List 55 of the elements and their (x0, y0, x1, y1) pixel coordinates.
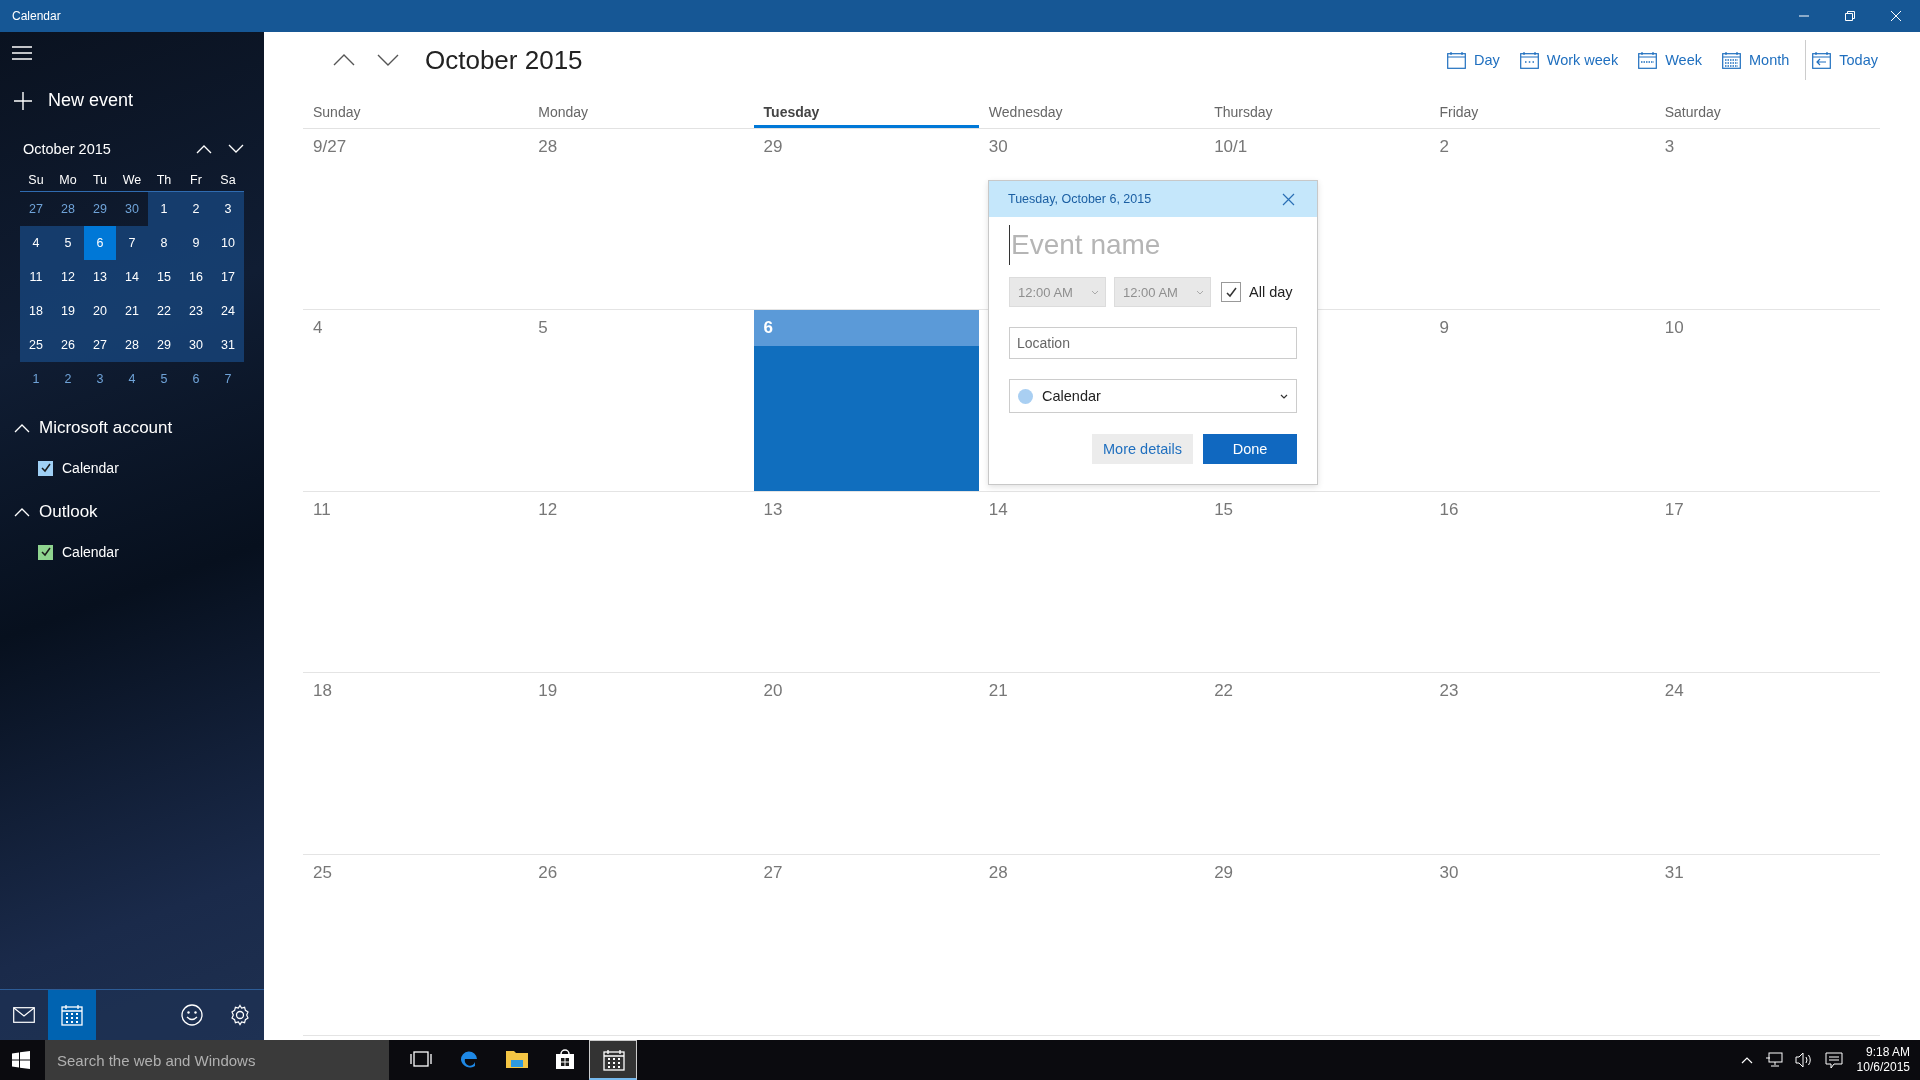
day-number: 30 (988, 137, 1008, 156)
day-number: 9 (1439, 318, 1449, 338)
day-number: 10 (1664, 318, 1684, 338)
day-number: 18 (313, 681, 332, 701)
day-number: 24 (1664, 681, 1684, 701)
day-number: 20 (763, 681, 783, 701)
weekday-label: Tu (91, 172, 109, 189)
day-number: 17 (1664, 499, 1684, 519)
day-number: 15 (1214, 499, 1234, 519)
clock-time: 9:18 AM (1865, 1045, 1910, 1060)
day-number: 28 (538, 137, 558, 156)
day-number: 14 (988, 499, 1008, 519)
calendar-name: Calendar (62, 460, 119, 476)
day-number: 22 (1214, 681, 1234, 701)
day-number: 4 (313, 318, 323, 338)
window-title: Calendar (12, 9, 62, 23)
weekday-header: Wednesday (987, 104, 1064, 122)
popup-date: Tuesday, October 6, 2015 (1008, 192, 1152, 206)
day-number: 13 (763, 499, 783, 519)
day-number: 11 (313, 499, 331, 519)
day-number: 6 (763, 318, 774, 338)
weekday-header: Friday (1438, 104, 1480, 122)
day-number: 31 (1664, 862, 1684, 882)
day-number: 26 (538, 862, 558, 882)
calendar-name: Calendar (62, 544, 119, 560)
all-day-label: All day (1249, 284, 1293, 300)
day-number: 28 (988, 862, 1008, 882)
day-number: 23 (1439, 681, 1459, 701)
day-number: 30 (1439, 862, 1459, 882)
month-title: October 2015 (23, 141, 112, 157)
day-number: 3 (1664, 137, 1675, 156)
month-title: October 2015 (425, 44, 583, 76)
day-number: 29 (763, 137, 783, 156)
weekday-label: Fr (189, 172, 203, 189)
weekday-header: Monday (537, 104, 590, 122)
day-number: 19 (538, 681, 558, 701)
day-number: 27 (763, 862, 783, 882)
weekday-header: Thursday (1213, 104, 1274, 122)
clock-date: 10/6/2015 (1856, 1060, 1910, 1075)
day-number: 5 (538, 318, 548, 338)
weekday-label: Mo (58, 172, 78, 189)
day-number: 9/27 (313, 137, 347, 156)
day-number: 2 (1439, 137, 1449, 156)
weekday-label: Su (27, 172, 45, 189)
weekday-header: Saturday (1663, 104, 1722, 122)
weekday-label: Th (155, 172, 173, 189)
weekday-label: We (121, 172, 143, 189)
weekday-header: Sunday (312, 104, 362, 122)
day-number: 21 (988, 681, 1008, 701)
day-number: 29 (1214, 862, 1234, 882)
day-number: 25 (313, 862, 332, 882)
day-number: 12 (538, 499, 558, 519)
day-number: 10/1 (1214, 137, 1248, 156)
day-number: 16 (1439, 499, 1459, 519)
weekday-label: Sa (219, 172, 237, 189)
